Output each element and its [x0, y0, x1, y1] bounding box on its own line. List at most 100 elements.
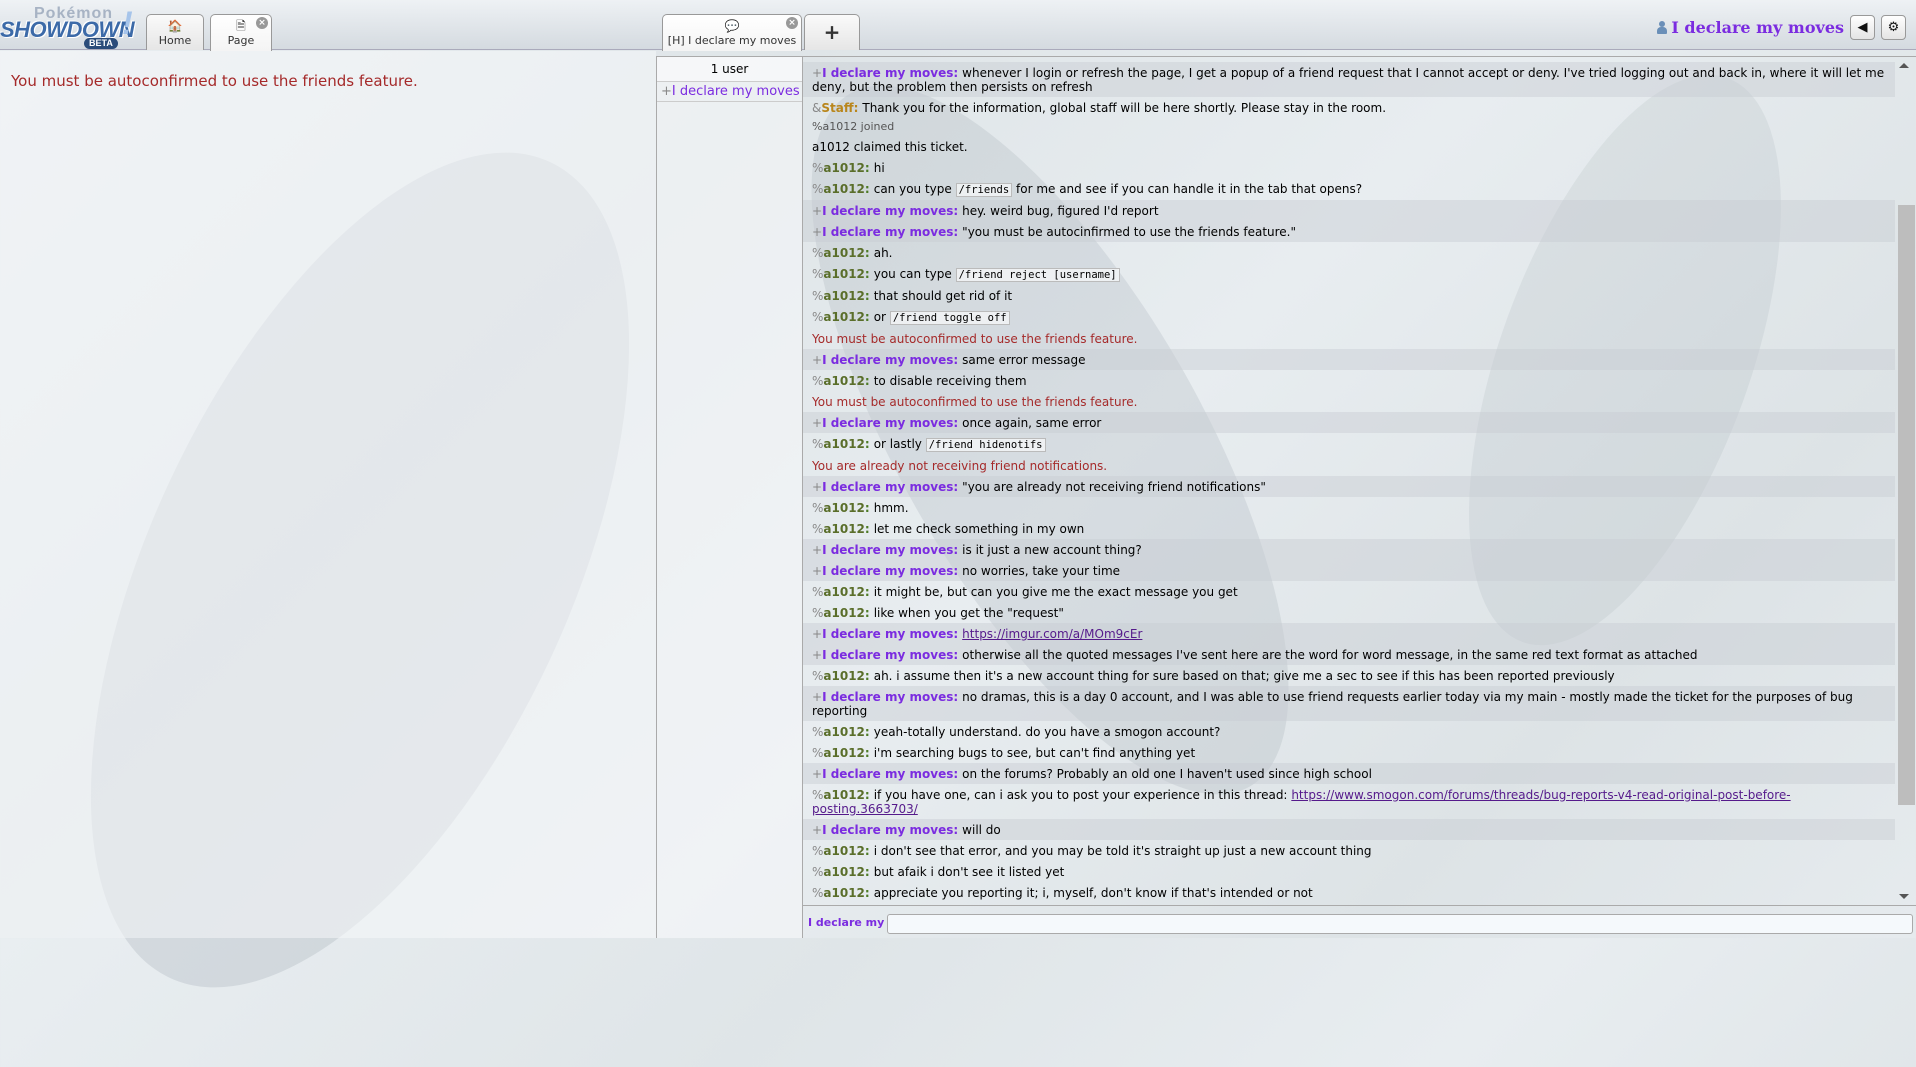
message-username[interactable]: a1012:: [823, 182, 869, 196]
username-text: Staff: [821, 101, 854, 115]
scrollbar-thumb[interactable]: [1898, 205, 1915, 805]
chat-message: %a1012: appreciate you reporting it; i, m…: [803, 882, 1895, 903]
colon: :: [864, 267, 870, 281]
chat-message: +I declare my moves: will do: [803, 819, 1895, 840]
message-username[interactable]: a1012:: [823, 501, 869, 515]
user-rank: +: [812, 823, 823, 837]
username-text: a1012: [823, 844, 865, 858]
command-code: /friend reject [username]: [955, 268, 1120, 282]
message-username[interactable]: I declare my moves:: [822, 480, 958, 494]
message-username[interactable]: I declare my moves:: [822, 543, 958, 557]
message-username[interactable]: I declare my moves:: [822, 564, 958, 578]
chat-message: %a1012: if you have one, can i ask you to…: [803, 784, 1895, 819]
colon: :: [864, 501, 870, 515]
message-username[interactable]: I declare my moves:: [822, 648, 958, 662]
message-body: on the forums? Probably an old one I hav…: [962, 767, 1372, 781]
user-rank: %: [812, 437, 824, 451]
message-username[interactable]: a1012:: [823, 669, 869, 683]
username-text: a1012: [823, 606, 865, 620]
message-username[interactable]: a1012:: [823, 585, 869, 599]
message-username[interactable]: a1012:: [823, 886, 869, 900]
colon: :: [953, 204, 959, 218]
pokemon-showdown-logo[interactable]: Pokémon SHOWDOWN ! BETA: [0, 3, 142, 49]
colon: :: [953, 480, 959, 494]
username-text: a1012: [823, 161, 865, 175]
message-username[interactable]: Staff:: [821, 101, 858, 115]
message-username[interactable]: a1012:: [823, 606, 869, 620]
tab-room[interactable]: 💬 [H] I declare my moves ×: [662, 14, 802, 51]
settings-button[interactable]: ⚙: [1881, 14, 1906, 40]
close-icon[interactable]: ×: [256, 17, 268, 29]
chat-message: +I declare my moves: on the forums? Proba…: [803, 763, 1895, 784]
command-code: /friend toggle off: [889, 311, 1010, 325]
userlist-item[interactable]: +I declare my moves: [657, 82, 802, 102]
colon: :: [853, 101, 859, 115]
message-username[interactable]: a1012:: [823, 725, 869, 739]
message-link[interactable]: https://imgur.com/a/MOm9cEr: [962, 627, 1142, 641]
username-text: a1012: [823, 669, 865, 683]
message-body: https://imgur.com/a/MOm9cEr: [962, 627, 1142, 641]
message-username[interactable]: I declare my moves:: [822, 353, 958, 367]
user-count[interactable]: 1 user: [657, 56, 802, 82]
colon: :: [864, 374, 870, 388]
username-text: I declare my moves: [822, 627, 954, 641]
colon: :: [864, 246, 870, 260]
colon: :: [864, 788, 870, 802]
chat-message: %a1012: it might be, but can you give me …: [803, 581, 1895, 602]
message-username[interactable]: I declare my moves:: [822, 416, 958, 430]
close-icon[interactable]: ×: [786, 17, 798, 29]
chat-message: %a1012: let me check something in my own: [803, 518, 1895, 539]
message-text: once again, same error: [962, 416, 1102, 430]
message-text: i'm searching bugs to see, but can't fin…: [873, 746, 1196, 760]
message-username[interactable]: I declare my moves:: [822, 627, 958, 641]
username-button[interactable]: I declare my moves: [1657, 18, 1844, 37]
username-text: I declare my moves: [822, 225, 954, 239]
chat-message-input[interactable]: [887, 914, 1913, 934]
message-text: appreciate you reporting it; i, myself, …: [873, 886, 1313, 900]
scroll-down-arrow-icon[interactable]: [1899, 894, 1909, 899]
sound-button[interactable]: ◀: [1850, 14, 1875, 40]
chat-message: +I declare my moves: otherwise all the qu…: [803, 644, 1895, 665]
message-text: whenever I login or refresh the page, I …: [812, 66, 1885, 94]
username-text: a1012: [823, 437, 865, 451]
message-text: "you are already not receiving friend no…: [962, 480, 1266, 494]
colon: :: [864, 746, 870, 760]
tab-home[interactable]: 🏠 Home: [146, 14, 204, 50]
message-username[interactable]: a1012:: [823, 267, 869, 281]
message-username[interactable]: a1012:: [823, 289, 869, 303]
message-username[interactable]: a1012:: [823, 310, 869, 324]
message-username[interactable]: a1012:: [823, 788, 869, 802]
username-text: I declare my moves: [822, 648, 954, 662]
tab-page[interactable]: 🗎 Page ×: [210, 14, 272, 51]
message-username[interactable]: I declare my moves:: [822, 204, 958, 218]
user-rank: %: [812, 267, 824, 281]
message-text: hey. weird bug, figured I'd report: [962, 204, 1159, 218]
username-text: I declare my moves: [822, 564, 954, 578]
scroll-up-arrow-icon[interactable]: [1899, 63, 1909, 68]
message-username[interactable]: a1012:: [823, 246, 869, 260]
username-text: a1012: [823, 522, 865, 536]
message-username[interactable]: a1012:: [823, 522, 869, 536]
username-text: a1012: [823, 310, 865, 324]
user-rank: +: [812, 225, 823, 239]
chat-scrollbar[interactable]: [1894, 57, 1916, 905]
message-username[interactable]: I declare my moves:: [822, 823, 958, 837]
message-username[interactable]: I declare my moves:: [822, 767, 958, 781]
colon: :: [953, 648, 959, 662]
message-username[interactable]: I declare my moves:: [822, 66, 958, 80]
message-username[interactable]: I declare my moves:: [822, 690, 958, 704]
message-body: ah. i assume then it's a new account thi…: [874, 669, 1615, 683]
message-username[interactable]: a1012:: [823, 865, 869, 879]
user-rank: %: [812, 182, 824, 196]
message-username[interactable]: a1012:: [823, 437, 869, 451]
user-rank: +: [812, 353, 823, 367]
message-text: i don't see that error, and you may be t…: [873, 844, 1372, 858]
user-rank: +: [812, 627, 823, 641]
add-tab-button[interactable]: +: [804, 14, 860, 50]
message-username[interactable]: I declare my moves:: [822, 225, 958, 239]
message-username[interactable]: a1012:: [823, 746, 869, 760]
message-username[interactable]: a1012:: [823, 374, 869, 388]
message-username[interactable]: a1012:: [823, 161, 869, 175]
chat-message: %a1012: ah.: [803, 242, 1895, 263]
message-username[interactable]: a1012:: [823, 844, 869, 858]
